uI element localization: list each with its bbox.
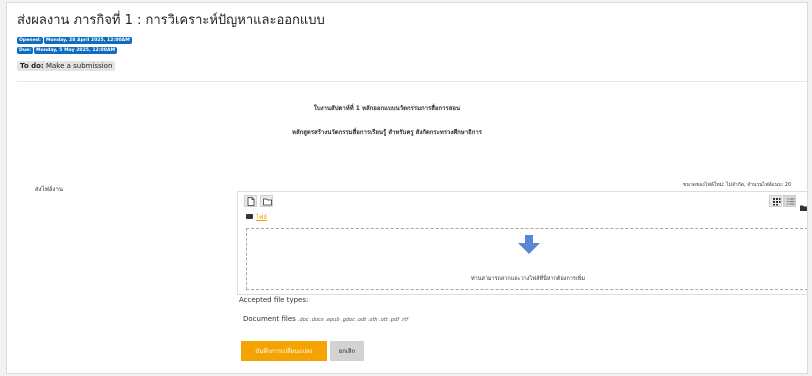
description-line-1: ใบงานสัปดาห์ที่ 1 หลักออกแบบนวัตกรรมการส… <box>313 105 461 112</box>
todo-label: To do: <box>20 62 44 70</box>
file-picker-toolbar <box>238 192 807 211</box>
create-folder-button[interactable] <box>260 195 273 207</box>
folder-icon <box>246 214 253 219</box>
file-path-breadcrumb: ไฟล์ <box>246 212 267 222</box>
view-tree-button[interactable] <box>800 197 807 216</box>
due-label-badge: Due: <box>17 47 34 54</box>
save-changes-button[interactable]: บันทึกการเปลี่ยนแปลง <box>241 341 327 361</box>
document-files-extensions: .doc .docx .epub .gdoc .odt .oth .ott .p… <box>298 317 408 323</box>
cancel-button[interactable]: ยกเลิก <box>330 341 364 361</box>
opened-date-badge: Monday, 28 April 2025, 12:00AM <box>43 37 132 44</box>
accepted-file-types-label: Accepted file types: <box>239 296 309 304</box>
file-picker: ไฟล์ ท่านสามารถลากและวางไฟล์ที่นี่หากต้อ… <box>237 191 807 295</box>
add-file-button[interactable] <box>244 195 257 207</box>
file-submission-label: ส่งไฟล์งาน <box>35 186 63 193</box>
view-icons-button[interactable] <box>769 195 782 207</box>
due-date-row: Due: Monday, 5 May 2025, 12:00AM <box>17 47 118 54</box>
opened-date-row: Opened: Monday, 28 April 2025, 12:00AM <box>17 37 133 44</box>
arrow-down-icon <box>517 235 541 259</box>
description-line-2: หลักสูตรสร้างนวัตกรรมสื่อการเรียนรู้ สำห… <box>292 129 482 136</box>
todo-text: Make a submission <box>45 62 113 70</box>
opened-label-badge: Opened: <box>17 37 43 44</box>
due-date-badge: Monday, 5 May 2025, 12:00AM <box>34 47 118 54</box>
view-list-button[interactable] <box>783 195 796 207</box>
folder-tree-icon <box>800 197 807 216</box>
files-root-link[interactable]: ไฟล์ <box>256 214 267 221</box>
document-files-info: Document files .doc .docx .epub .gdoc .o… <box>243 315 408 323</box>
page-title: ส่งผลงาน ภารกิจที่ 1 : การวิเคราะห์ปัญหา… <box>17 13 325 28</box>
drop-zone-text: ท่านสามารถลากและวางไฟล์ที่นี่หากต้องการเ… <box>471 276 585 282</box>
document-files-label: Document files <box>243 315 296 323</box>
max-file-size-info: ขนาดของไฟล์ใหม่: ไม่จำกัด, จำนวนไฟล์แนบ:… <box>683 182 792 188</box>
todo-badge: To do: Make a submission <box>17 61 116 71</box>
assignment-panel: ส่งผลงาน ภารกิจที่ 1 : การวิเคราะห์ปัญหา… <box>6 2 808 374</box>
section-divider <box>17 81 807 82</box>
file-drop-zone[interactable]: ท่านสามารถลากและวางไฟล์ที่นี่หากต้องการเ… <box>246 228 807 290</box>
